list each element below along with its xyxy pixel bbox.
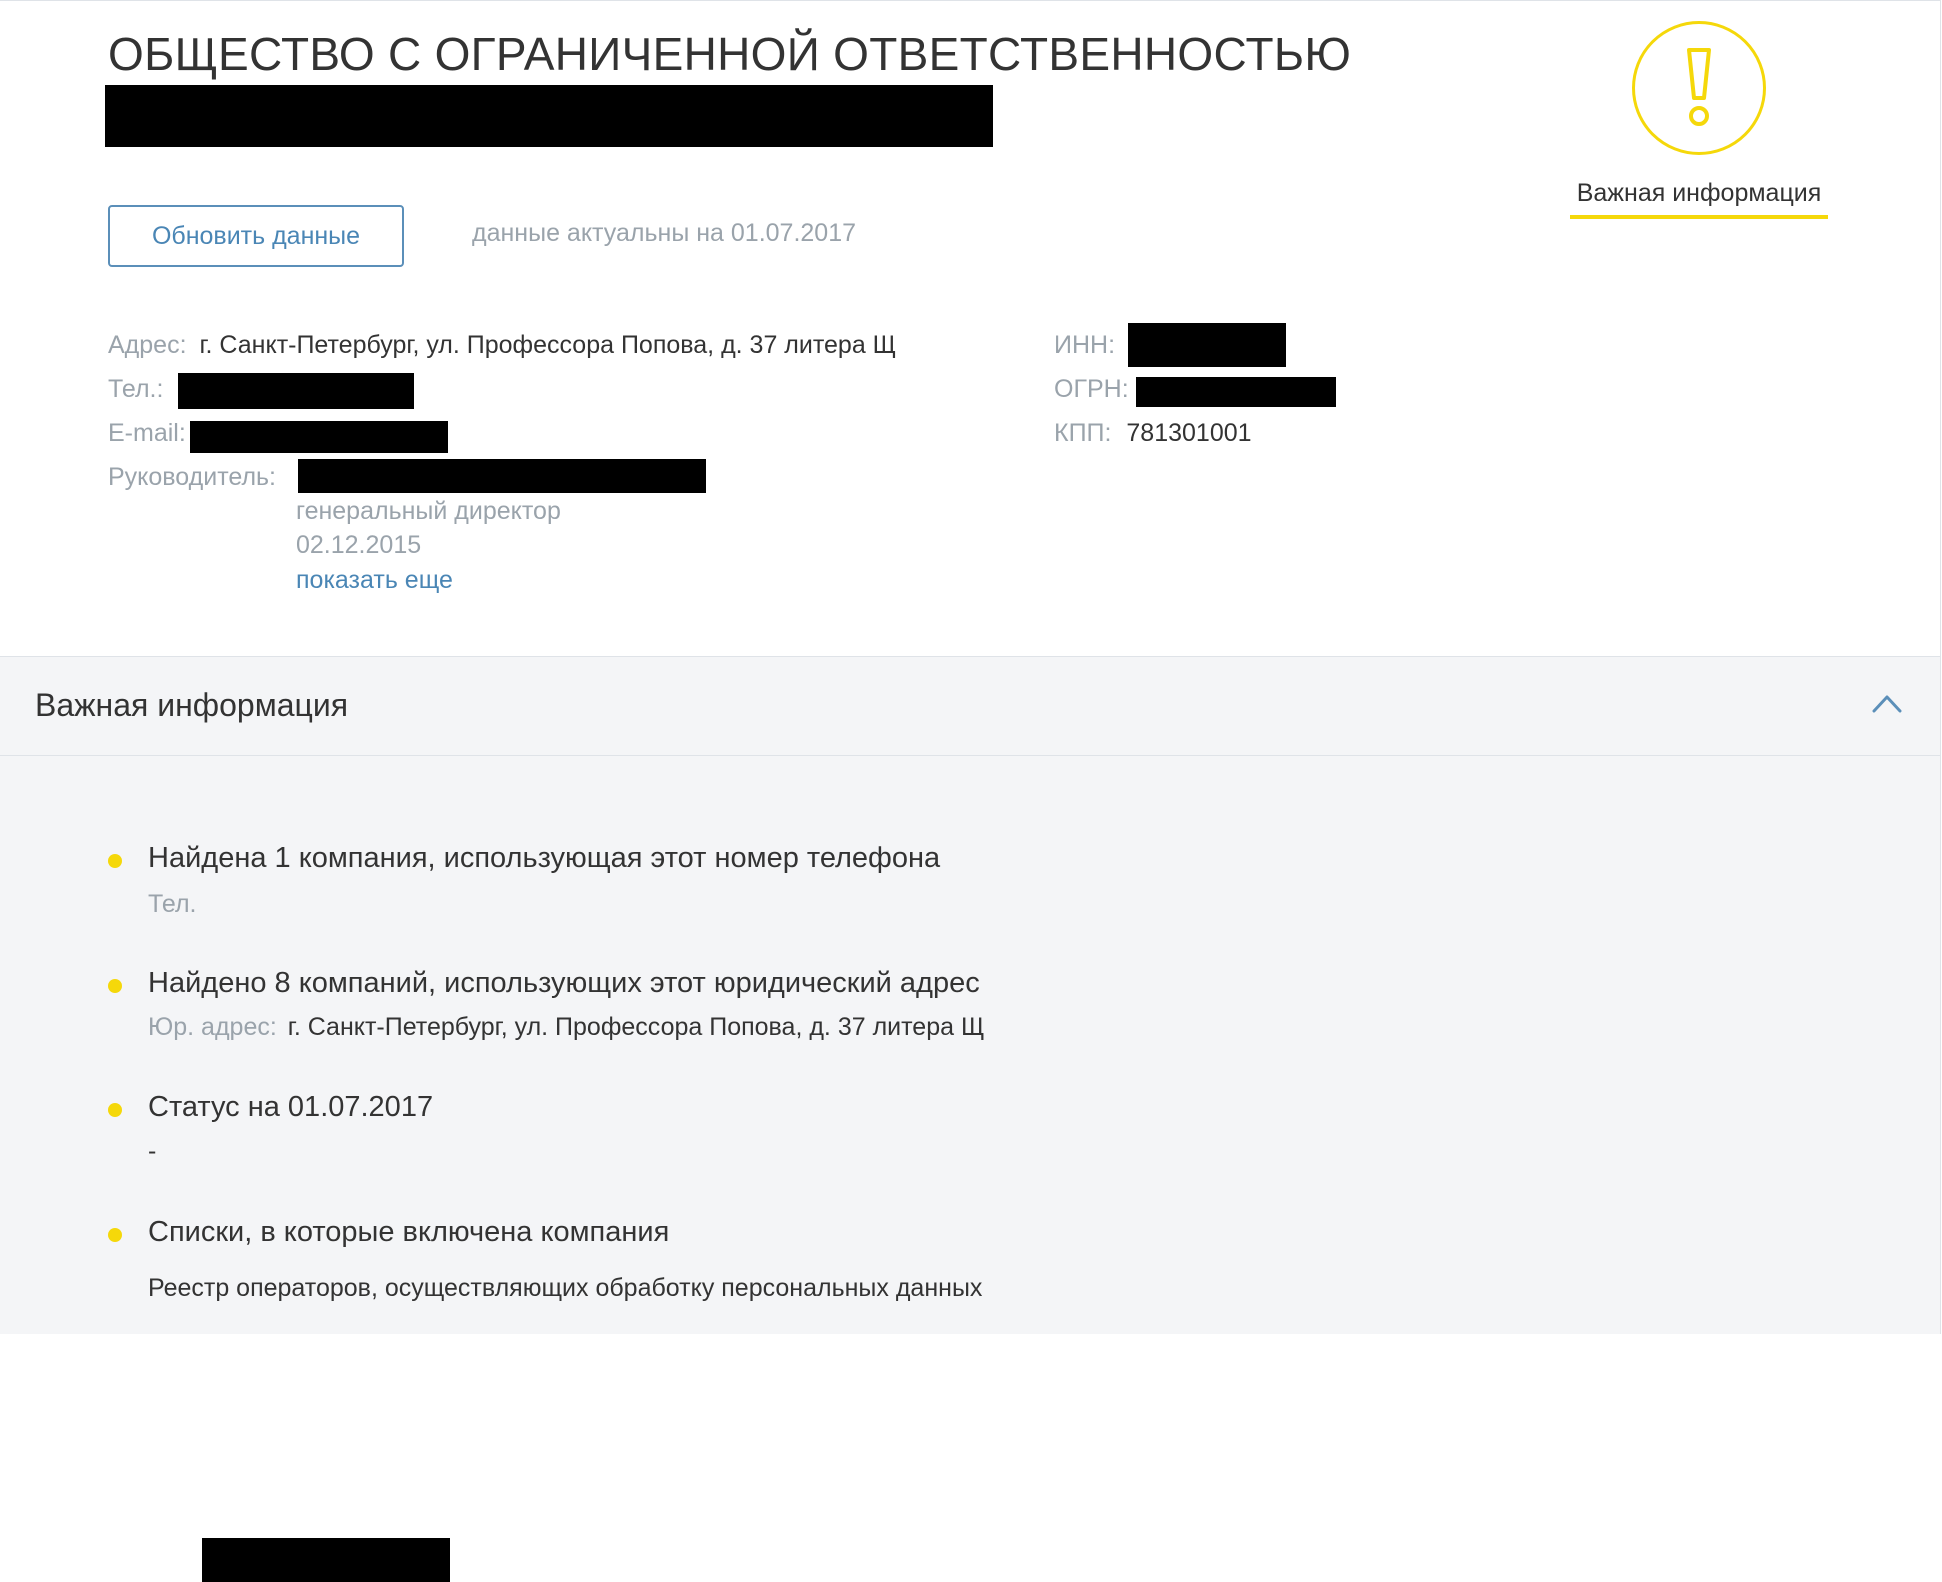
- manager-label: Руководитель:: [108, 463, 277, 491]
- redacted-phone: [178, 373, 414, 409]
- phone-row: Тел.:: [108, 375, 163, 404]
- bullet-dot: [108, 1228, 122, 1242]
- status-value: -: [148, 1137, 157, 1165]
- phone-label: Тел.:: [108, 375, 164, 403]
- address-value: г. Санкт-Петербург, ул. Профессора Попов…: [199, 331, 897, 359]
- redacted-company-name: [105, 85, 993, 147]
- item-title: Статус на 01.07.2017: [148, 1091, 434, 1123]
- kpp-value: 781301001: [1126, 419, 1252, 447]
- exclamation-circle-icon[interactable]: [1632, 21, 1766, 155]
- item-title: Найдена 1 компания, использующая этот но…: [148, 842, 941, 874]
- refresh-data-button[interactable]: Обновить данные: [108, 205, 404, 267]
- important-info-header[interactable]: Важная информация: [0, 656, 1940, 756]
- address-row: Адрес: г. Санкт-Петербург, ул. Профессор…: [108, 331, 896, 360]
- bullet-dot: [108, 1103, 122, 1117]
- inn-row: ИНН:: [1054, 331, 1115, 360]
- ogrn-row: ОГРН:: [1054, 375, 1129, 404]
- manager-row: Руководитель:: [108, 463, 276, 492]
- chevron-up-icon[interactable]: [1872, 693, 1902, 713]
- company-card: ОБЩЕСТВО С ОГРАНИЧЕННОЙ ОТВЕТСТВЕННОСТЬЮ…: [0, 0, 1941, 656]
- ogrn-label: ОГРН:: [1054, 375, 1129, 403]
- address-label: Адрес:: [108, 331, 187, 359]
- legal-address-label: Юр. адрес:: [148, 1013, 277, 1041]
- redacted-manager-name: [298, 459, 706, 493]
- bullet-dot: [108, 979, 122, 993]
- email-row: E-mail:: [108, 419, 186, 448]
- important-info-link[interactable]: Важная информация: [1570, 179, 1828, 219]
- manager-position: генеральный директор: [296, 497, 561, 525]
- redacted-ogrn: [1136, 377, 1336, 407]
- exclamation-icon: [1687, 48, 1711, 126]
- item-title: Списки, в которые включена компания: [148, 1216, 670, 1248]
- show-more-link[interactable]: показать еще: [296, 566, 453, 595]
- legal-address-value: г. Санкт-Петербург, ул. Профессора Попов…: [287, 1013, 985, 1041]
- kpp-label: КПП:: [1054, 419, 1112, 447]
- item-sub-label: Тел.: [148, 890, 197, 918]
- bullet-dot: [108, 854, 122, 868]
- redacted-inn: [1128, 323, 1286, 367]
- manager-date: 02.12.2015: [296, 531, 422, 559]
- kpp-row: КПП: 781301001: [1054, 419, 1252, 448]
- company-title: ОБЩЕСТВО С ОГРАНИЧЕННОЙ ОТВЕТСТВЕННОСТЬЮ: [108, 28, 1352, 80]
- important-info-panel: Важная информация Найдена 1 компания, ис…: [0, 656, 1941, 1582]
- item-sub: Юр. адрес: г. Санкт-Петербург, ул. Профе…: [148, 1013, 984, 1042]
- data-actual-date: данные актуальны на 01.07.2017: [472, 219, 857, 247]
- important-info-title: Важная информация: [35, 687, 349, 723]
- redacted-email: [190, 421, 448, 453]
- email-label: E-mail:: [108, 419, 186, 447]
- redacted-item-phone: [202, 1538, 450, 1582]
- item-title: Найдено 8 компаний, использующих этот юр…: [148, 967, 980, 999]
- inn-label: ИНН:: [1054, 331, 1116, 359]
- registry-list-value: Реестр операторов, осуществляющих обрабо…: [148, 1274, 983, 1302]
